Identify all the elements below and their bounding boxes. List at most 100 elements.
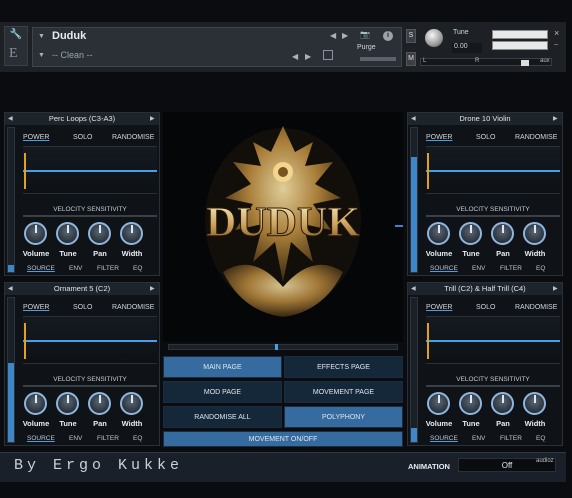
- preset-dropdown-icon[interactable]: ▼: [38, 52, 45, 59]
- start-marker[interactable]: [24, 323, 26, 359]
- env-tab[interactable]: ENV: [69, 265, 82, 272]
- width-knob[interactable]: [523, 222, 546, 245]
- start-marker[interactable]: [427, 323, 429, 359]
- prev-layer-icon[interactable]: ◀: [8, 285, 13, 292]
- source-tab[interactable]: SOURCE: [27, 435, 55, 442]
- preset-name[interactable]: -- Clean --: [52, 50, 93, 60]
- tune-knob[interactable]: [459, 222, 482, 245]
- tune-knob[interactable]: [56, 222, 79, 245]
- width-knob[interactable]: [523, 392, 546, 415]
- source-tab[interactable]: SOURCE: [430, 435, 458, 442]
- next-layer-icon[interactable]: ▶: [150, 115, 155, 122]
- tune-knob[interactable]: [56, 392, 79, 415]
- prev-layer-icon[interactable]: ◀: [8, 115, 13, 122]
- randomise-toggle[interactable]: RANDOMISE: [112, 134, 154, 141]
- filter-tab[interactable]: FILTER: [500, 435, 522, 442]
- layer-level-meter[interactable]: [7, 297, 15, 443]
- solo-toggle[interactable]: SOLO: [73, 134, 92, 141]
- wrench-icon[interactable]: 🔧: [6, 29, 26, 40]
- prev-layer-icon[interactable]: ◀: [411, 285, 416, 292]
- env-tab[interactable]: ENV: [69, 435, 82, 442]
- start-marker[interactable]: [427, 153, 429, 189]
- filter-tab[interactable]: FILTER: [97, 435, 119, 442]
- polyphony-button[interactable]: POLYPHONY: [284, 406, 403, 428]
- instrument-name[interactable]: Duduk: [52, 30, 86, 42]
- width-knob[interactable]: [120, 222, 143, 245]
- solo-button[interactable]: S: [406, 29, 416, 43]
- pan-knob[interactable]: [88, 222, 111, 245]
- expand-arrow-icon[interactable]: ▼: [38, 33, 45, 40]
- layer-level-meter[interactable]: [410, 127, 418, 273]
- layer-title[interactable]: Trill (C2) & Half Trill (C4): [408, 283, 562, 295]
- solo-toggle[interactable]: SOLO: [476, 304, 495, 311]
- main-page-button[interactable]: MAIN PAGE: [163, 356, 282, 378]
- mute-button[interactable]: M: [406, 52, 416, 66]
- effects-page-button[interactable]: EFFECTS PAGE: [284, 356, 403, 378]
- layer-title[interactable]: Drone 10 Violin: [408, 113, 562, 125]
- next-instrument-icon[interactable]: ▶: [342, 31, 348, 40]
- volume-slider-handle[interactable]: [521, 60, 529, 66]
- volume-knob[interactable]: [24, 392, 47, 415]
- tune-value[interactable]: 0.00: [452, 43, 482, 53]
- power-toggle[interactable]: POWER: [426, 134, 452, 141]
- info-icon[interactable]: i: [383, 31, 393, 41]
- next-preset-icon[interactable]: ▶: [305, 52, 311, 61]
- volume-knob[interactable]: [24, 222, 47, 245]
- layer-title[interactable]: Perc Loops (C3-A3): [5, 113, 159, 125]
- env-tab[interactable]: ENV: [472, 435, 485, 442]
- eq-tab[interactable]: EQ: [133, 435, 142, 442]
- solo-toggle[interactable]: SOLO: [476, 134, 495, 141]
- width-knob[interactable]: [120, 392, 143, 415]
- velocity-slider[interactable]: [23, 215, 157, 217]
- layer-level-meter[interactable]: [7, 127, 15, 273]
- collapse-icon[interactable]: −: [554, 42, 558, 49]
- tune-knob[interactable]: [424, 28, 444, 48]
- filter-tab[interactable]: FILTER: [500, 265, 522, 272]
- tune-knob[interactable]: [459, 392, 482, 415]
- close-icon[interactable]: ×: [554, 28, 559, 38]
- velocity-slider[interactable]: [426, 215, 560, 217]
- start-marker[interactable]: [24, 153, 26, 189]
- scrollbar-thumb[interactable]: [275, 344, 278, 350]
- velocity-slider[interactable]: [426, 385, 560, 387]
- filter-tab[interactable]: FILTER: [97, 265, 119, 272]
- randomise-toggle[interactable]: RANDOMISE: [515, 304, 557, 311]
- eq-tab[interactable]: EQ: [536, 435, 545, 442]
- sample-display[interactable]: [426, 316, 560, 364]
- prev-preset-icon[interactable]: ◀: [292, 52, 298, 61]
- solo-toggle[interactable]: SOLO: [73, 304, 92, 311]
- power-toggle[interactable]: POWER: [23, 304, 49, 311]
- prev-instrument-icon[interactable]: ◀: [330, 31, 336, 40]
- camera-icon[interactable]: 📷: [360, 30, 370, 39]
- purge-dropdown[interactable]: Purge: [357, 44, 376, 51]
- pan-knob[interactable]: [491, 222, 514, 245]
- next-layer-icon[interactable]: ▶: [553, 115, 558, 122]
- randomise-toggle[interactable]: RANDOMISE: [112, 304, 154, 311]
- artwork-scrollbar[interactable]: [168, 344, 398, 350]
- movement-page-button[interactable]: MOVEMENT PAGE: [284, 381, 403, 403]
- env-tab[interactable]: ENV: [472, 265, 485, 272]
- eq-tab[interactable]: EQ: [536, 265, 545, 272]
- volume-knob[interactable]: [427, 392, 450, 415]
- volume-knob[interactable]: [427, 222, 450, 245]
- prev-layer-icon[interactable]: ◀: [411, 115, 416, 122]
- pan-volume-slider[interactable]: [420, 58, 552, 66]
- pan-knob[interactable]: [491, 392, 514, 415]
- next-layer-icon[interactable]: ▶: [553, 285, 558, 292]
- pan-knob[interactable]: [88, 392, 111, 415]
- source-tab[interactable]: SOURCE: [430, 265, 458, 272]
- next-layer-icon[interactable]: ▶: [150, 285, 155, 292]
- velocity-slider[interactable]: [23, 385, 157, 387]
- power-toggle[interactable]: POWER: [426, 304, 452, 311]
- source-tab[interactable]: SOURCE: [27, 265, 55, 272]
- sample-display[interactable]: [23, 316, 157, 364]
- sample-display[interactable]: [426, 146, 560, 194]
- layer-title[interactable]: Ornament 5 (C2): [5, 283, 159, 295]
- layer-level-meter[interactable]: [410, 297, 418, 443]
- sample-display[interactable]: [23, 146, 157, 194]
- save-icon[interactable]: [323, 50, 333, 60]
- movement-onoff-button[interactable]: MOVEMENT ON/OFF: [163, 431, 403, 447]
- randomise-all-button[interactable]: RANDOMISE ALL: [163, 406, 282, 428]
- eq-tab[interactable]: EQ: [133, 265, 142, 272]
- randomise-toggle[interactable]: RANDOMISE: [515, 134, 557, 141]
